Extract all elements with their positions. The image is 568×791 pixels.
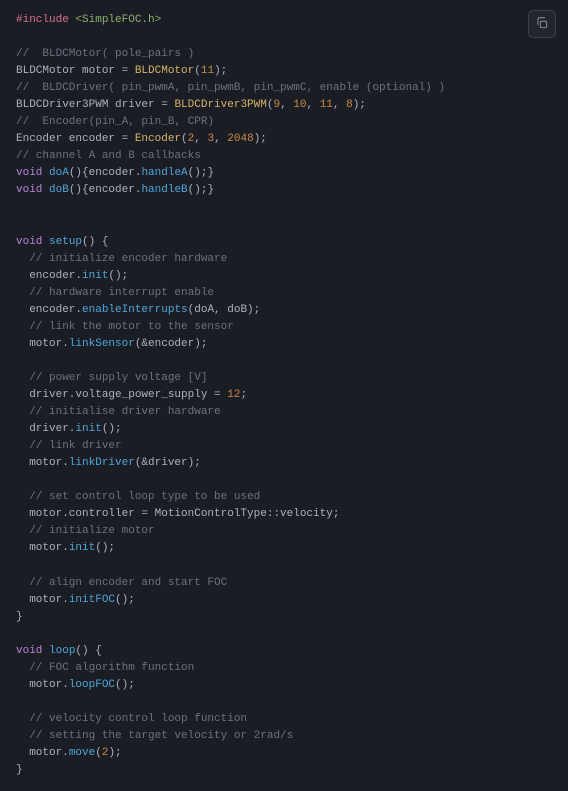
t: ; xyxy=(240,389,247,401)
t: 11 xyxy=(320,99,333,111)
t: init xyxy=(69,542,95,554)
t: // align encoder and start FOC xyxy=(16,577,227,589)
t: ( xyxy=(181,133,188,145)
t: handleA xyxy=(141,167,187,179)
t: void xyxy=(16,236,42,248)
t: } xyxy=(16,611,23,623)
t: // power supply voltage [V] xyxy=(16,372,207,384)
t: linkDriver xyxy=(69,457,135,469)
t: ); xyxy=(108,747,121,759)
t: // set control loop type to be used xyxy=(16,491,260,503)
t: (){encoder. xyxy=(69,184,142,196)
t: 2 xyxy=(102,747,109,759)
t: motor. xyxy=(16,338,69,350)
t xyxy=(42,645,49,657)
t: motor.controller = MotionControlType::ve… xyxy=(16,508,339,520)
t: BLDCDriver3PWM driver = xyxy=(16,99,174,111)
t: (){encoder. xyxy=(69,167,142,179)
t: 11 xyxy=(201,65,214,77)
t: // hardware interrupt enable xyxy=(16,287,214,299)
t: () { xyxy=(82,236,108,248)
t: driver. xyxy=(16,423,75,435)
t: 2048 xyxy=(227,133,253,145)
t: encoder. xyxy=(16,270,82,282)
t: <SimpleFOC.h> xyxy=(75,14,161,26)
t: ); xyxy=(214,65,227,77)
t: loop xyxy=(49,645,75,657)
t: , xyxy=(280,99,293,111)
t: motor. xyxy=(16,747,69,759)
code-block: #include <SimpleFOC.h> // BLDCMotor( pol… xyxy=(0,0,568,791)
t: (); xyxy=(115,679,135,691)
t: BLDCMotor xyxy=(135,65,194,77)
t: (&driver); xyxy=(135,457,201,469)
t: encoder. xyxy=(16,304,82,316)
t: driver.voltage_power_supply = xyxy=(16,389,227,401)
t: void xyxy=(16,184,42,196)
t: Encoder encoder = xyxy=(16,133,135,145)
t: // FOC algorithm function xyxy=(16,662,194,674)
t: , xyxy=(333,99,346,111)
t: init xyxy=(75,423,101,435)
t: init xyxy=(82,270,108,282)
t: ( xyxy=(194,65,201,77)
t: ();} xyxy=(188,184,214,196)
t: // initialize motor xyxy=(16,525,155,537)
t: (doA, doB); xyxy=(188,304,261,316)
t: setup xyxy=(49,236,82,248)
t: move xyxy=(69,747,95,759)
t: motor. xyxy=(16,594,69,606)
t: motor. xyxy=(16,457,69,469)
t: (); xyxy=(102,423,122,435)
t: Encoder xyxy=(135,133,181,145)
t: 10 xyxy=(293,99,306,111)
copy-icon xyxy=(535,16,549,33)
t: ();} xyxy=(188,167,214,179)
t: , xyxy=(306,99,319,111)
t: // setting the target velocity or 2rad/s xyxy=(16,730,293,742)
t: (); xyxy=(108,270,128,282)
t: // velocity control loop function xyxy=(16,713,247,725)
t: doB xyxy=(49,184,69,196)
t: void xyxy=(16,645,42,657)
t: ); xyxy=(353,99,366,111)
t: // BLDCDriver( pin_pwmA, pin_pwmB, pin_p… xyxy=(16,82,445,94)
t: BLDCDriver3PWM xyxy=(174,99,266,111)
t: initFOC xyxy=(69,594,115,606)
t: // channel A and B callbacks xyxy=(16,150,201,162)
t: (); xyxy=(115,594,135,606)
t: doA xyxy=(49,167,69,179)
t: (); xyxy=(95,542,115,554)
t: // BLDCMotor( pole_pairs ) xyxy=(16,48,194,60)
t: motor. xyxy=(16,679,69,691)
t: // link driver xyxy=(16,440,122,452)
t: BLDCMotor motor = xyxy=(16,65,135,77)
t: loopFOC xyxy=(69,679,115,691)
copy-button[interactable] xyxy=(528,10,556,38)
t: // link the motor to the sensor xyxy=(16,321,234,333)
t: , xyxy=(194,133,207,145)
t: motor. xyxy=(16,542,69,554)
t: 8 xyxy=(346,99,353,111)
t: linkSensor xyxy=(69,338,135,350)
t: #include xyxy=(16,14,69,26)
t: } xyxy=(16,764,23,776)
t: void xyxy=(16,167,42,179)
t: // initialise driver hardware xyxy=(16,406,221,418)
t: (&encoder); xyxy=(135,338,208,350)
t: , xyxy=(214,133,227,145)
t: enableInterrupts xyxy=(82,304,188,316)
t: // initialize encoder hardware xyxy=(16,253,227,265)
t: // Encoder(pin_A, pin_B, CPR) xyxy=(16,116,214,128)
t: () { xyxy=(75,645,101,657)
t: handleB xyxy=(141,184,187,196)
t: ); xyxy=(254,133,267,145)
t: ( xyxy=(95,747,102,759)
t: 12 xyxy=(227,389,240,401)
